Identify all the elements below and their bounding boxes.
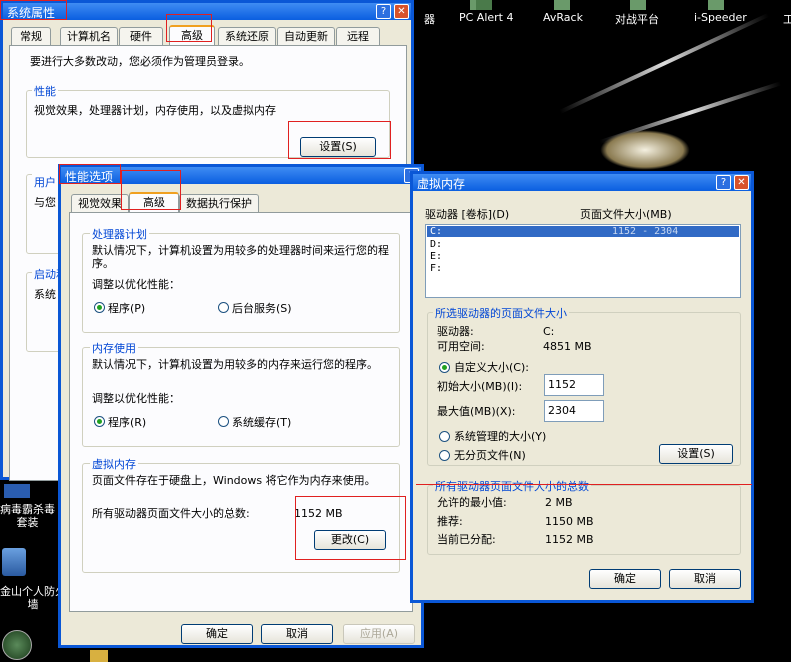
performance-group-label: 性能 — [32, 83, 58, 99]
drive-letter: C: — [430, 226, 443, 237]
tab-system-restore[interactable]: 系统还原 — [218, 27, 276, 45]
highlight-box — [295, 496, 406, 560]
initial-size-label: 初始大小(MB)(I): — [437, 380, 523, 393]
drive-row[interactable]: F: — [430, 263, 442, 274]
desktop-icon-label[interactable]: AvRack — [543, 11, 583, 24]
virtual-memory-label: 虚拟内存 — [90, 456, 138, 472]
system-managed-radio-label[interactable]: 系统管理的大小(Y) — [454, 430, 546, 443]
desktop-icon-label[interactable]: PC Alert 4 — [459, 11, 514, 24]
currently-allocated-label: 当前已分配: — [437, 533, 496, 546]
selected-drive-group-label: 所选驱动器的页面文件大小 — [433, 305, 569, 321]
highlight-box — [121, 170, 181, 210]
initial-size-input[interactable]: 1152 — [544, 374, 604, 396]
processor-adjust-label: 调整以优化性能： — [92, 278, 180, 291]
drive-value: C: — [543, 325, 555, 338]
min-allowed-label: 允许的最小值: — [437, 496, 507, 509]
drive-row[interactable]: D: — [430, 239, 442, 250]
recommended-label: 推荐: — [437, 515, 463, 528]
max-size-label: 最大值(MB)(X): — [437, 405, 516, 418]
no-pagefile-radio-label[interactable]: 无分页文件(N) — [454, 449, 526, 462]
tab-hardware[interactable]: 硬件 — [119, 27, 163, 45]
title-bar[interactable]: 虚拟内存 ? ✕ — [413, 174, 751, 191]
free-space-label: 可用空间: — [437, 340, 485, 353]
custom-size-radio-label[interactable]: 自定义大小(C): — [454, 361, 529, 374]
drive-label: 驱动器: — [437, 325, 474, 338]
tab-auto-update[interactable]: 自动更新 — [277, 27, 335, 45]
drive-row[interactable]: E: — [430, 251, 442, 262]
highlight-box — [288, 121, 391, 159]
virtual-memory-description: 页面文件存在于硬盘上，Windows 将它作为内存来使用。 — [92, 474, 376, 487]
drive-list[interactable]: C: 1152 - 2304 D: E: F: — [425, 224, 741, 298]
background-services-radio-label[interactable]: 后台服务(S) — [232, 302, 292, 315]
highlight-box — [166, 14, 212, 42]
min-allowed-value: 2 MB — [545, 496, 573, 509]
drive-size: 1152 - 2304 — [612, 226, 679, 237]
max-size-input[interactable]: 2304 — [544, 400, 604, 422]
tab-remote[interactable]: 远程 — [336, 27, 380, 45]
memory-usage-label: 内存使用 — [90, 340, 138, 356]
close-icon[interactable]: ✕ — [394, 4, 409, 19]
currently-allocated-value: 1152 MB — [545, 533, 594, 546]
size-column-header: 页面文件大小(MB) — [580, 208, 672, 221]
tab-general[interactable]: 常规 — [11, 27, 51, 45]
processor-scheduling-label: 处理器计划 — [90, 226, 149, 242]
no-pagefile-radio[interactable] — [439, 450, 450, 461]
virtual-memory-window: 虚拟内存 ? ✕ 驱动器 [卷标](D) 页面文件大小(MB) C: 1152 … — [410, 171, 754, 603]
admin-note: 要进行大多数改动，您必须作为管理员登录。 — [30, 55, 250, 68]
window-title: 虚拟内存 — [417, 177, 466, 191]
pc-alert-icon[interactable] — [476, 0, 492, 10]
highlight-box — [59, 164, 121, 184]
background-services-radio[interactable] — [218, 302, 229, 313]
desktop-icon-label[interactable]: i-Speeder — [694, 11, 747, 24]
ok-button[interactable]: 确定 — [589, 569, 661, 589]
tab-computer-name[interactable]: 计算机名 — [60, 27, 118, 45]
avrack-icon[interactable] — [554, 0, 570, 10]
desktop-icon-label[interactable]: 对战平台 — [615, 11, 659, 27]
tab-data-execution-prevention[interactable]: 数据执行保护 — [179, 194, 259, 212]
memory-programs-radio-label[interactable]: 程序(R) — [108, 416, 146, 429]
free-space-value: 4851 MB — [543, 340, 592, 353]
kingsoft-antivirus-icon[interactable] — [4, 484, 30, 498]
performance-options-window: 性能选项 ? 视觉效果 高级 数据执行保护 处理器计划 默认情况下，计算机设置为… — [58, 164, 424, 648]
programs-radio-label[interactable]: 程序(P) — [108, 302, 145, 315]
cancel-button[interactable]: 取消 — [669, 569, 741, 589]
system-managed-radio[interactable] — [439, 431, 450, 442]
desktop-icon-label[interactable]: 病毒霸杀毒 套装 — [0, 503, 55, 529]
startup-recovery-description: 系统 — [34, 288, 56, 301]
memory-programs-radio[interactable] — [94, 416, 105, 427]
set-button[interactable]: 设置(S) — [659, 444, 733, 464]
folder-icon[interactable] — [90, 650, 108, 662]
programs-radio[interactable] — [94, 302, 105, 313]
system-cache-radio-label[interactable]: 系统缓存(T) — [232, 416, 291, 429]
memory-adjust-label: 调整以优化性能： — [92, 392, 180, 405]
memory-usage-description: 默认情况下，计算机设置为用较多的内存来运行您的程序。 — [92, 358, 378, 371]
total-pagefile-group-label: 所有驱动器页面文件大小的总数 — [433, 478, 591, 494]
drive-row-selected[interactable]: C: 1152 - 2304 — [427, 226, 739, 237]
battle-platform-icon[interactable] — [630, 0, 646, 10]
highlight-box — [0, 0, 67, 20]
desktop-icon-label[interactable]: 金山个人防火 墙 — [0, 585, 66, 611]
user-profiles-group-label: 用户 — [32, 174, 58, 190]
custom-size-radio[interactable] — [439, 362, 450, 373]
ok-button[interactable]: 确定 — [181, 624, 253, 644]
close-icon[interactable]: ✕ — [734, 175, 749, 190]
help-icon[interactable]: ? — [716, 175, 731, 190]
processor-scheduling-description: 默认情况下，计算机设置为用较多的处理器时间来运行您的程序。 — [92, 244, 389, 270]
wallpaper-glow — [600, 130, 690, 170]
vm-total-label: 所有驱动器页面文件大小的总数: — [92, 507, 250, 520]
cancel-button[interactable]: 取消 — [261, 624, 333, 644]
desktop-icon-label[interactable]: 器 — [424, 11, 435, 27]
highlight-line — [416, 484, 752, 485]
system-cache-radio[interactable] — [218, 416, 229, 427]
recommended-value: 1150 MB — [545, 515, 594, 528]
help-icon[interactable]: ? — [376, 4, 391, 19]
user-profiles-description: 与您 — [34, 196, 56, 209]
drive-column-header: 驱动器 [卷标](D) — [425, 208, 510, 221]
desktop-icon-label[interactable]: 工 — [783, 11, 791, 27]
apply-button[interactable]: 应用(A) — [343, 624, 415, 644]
ispeeder-icon[interactable] — [708, 0, 724, 10]
clock-icon[interactable] — [2, 630, 32, 660]
firewall-icon[interactable] — [2, 548, 26, 576]
performance-description: 视觉效果，处理器计划，内存使用，以及虚拟内存 — [34, 104, 276, 117]
